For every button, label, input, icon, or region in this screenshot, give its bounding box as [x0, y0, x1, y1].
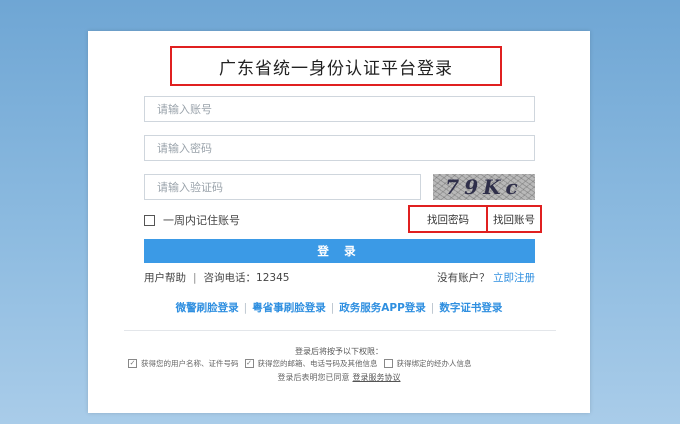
- alt-login-options: 微警刷脸登录 | 粤省事刷脸登录 | 政务服务APP登录 | 数字证书登录: [88, 300, 590, 315]
- permission-label: 获得您的用户名称、证件号码: [141, 359, 239, 368]
- register-link[interactable]: 立即注册: [493, 272, 535, 284]
- face-login-yueshengshi[interactable]: 粤省事刷脸登录: [252, 302, 326, 314]
- checkbox-empty-icon[interactable]: [383, 359, 393, 368]
- remember-account[interactable]: 一周内记住账号: [144, 212, 240, 228]
- permission-label: 获得您的邮箱、电话号码及其他信息: [257, 359, 378, 368]
- check-icon[interactable]: ✓: [244, 359, 254, 368]
- help-row: 用户帮助 | 咨询电话：12345 没有账户？ 立即注册: [144, 270, 535, 284]
- agreement-text: 登录后表明您已同意 登录服务协议: [88, 372, 590, 383]
- divider: [124, 330, 556, 331]
- remember-checkbox[interactable]: [144, 214, 155, 226]
- digital-cert-login[interactable]: 数字证书登录: [439, 302, 502, 314]
- page-title: 广东省统一身份认证平台登录: [170, 46, 502, 86]
- permission-item[interactable]: ✓ 获得您的用户名称、证件号码: [128, 358, 239, 369]
- phone-number: 12345: [256, 272, 290, 284]
- alt-divider: |: [243, 302, 248, 314]
- permission-item[interactable]: ✓ 获得您的邮箱、电话号码及其他信息: [244, 358, 378, 369]
- permissions-title: 登录后将按予以下权限：: [295, 347, 383, 356]
- login-panel: 广东省统一身份认证平台登录 79Kc 一周内记住账号 找回密码 找回账号 登 录…: [88, 31, 590, 413]
- captcha-input[interactable]: [144, 174, 421, 200]
- remember-label: 一周内记住账号: [163, 214, 240, 227]
- service-agreement-link[interactable]: 登录服务协议: [353, 373, 401, 382]
- agreement-prefix: 登录后表明您已同意: [277, 373, 350, 382]
- gov-app-login[interactable]: 政务服务APP登录: [339, 302, 426, 314]
- account-input[interactable]: [144, 96, 535, 122]
- captcha-image[interactable]: 79Kc: [433, 174, 535, 200]
- login-button[interactable]: 登 录: [144, 239, 535, 263]
- help-separator: |: [193, 272, 197, 284]
- no-account-text: 没有账户？: [437, 272, 490, 284]
- face-login-police[interactable]: 微警刷脸登录: [176, 302, 239, 314]
- permissions-list: ✓ 获得您的用户名称、证件号码 ✓ 获得您的邮箱、电话号码及其他信息 获得绑定的…: [128, 358, 478, 369]
- help-right: 没有账户？ 立即注册: [437, 270, 535, 285]
- alt-divider: |: [330, 302, 335, 314]
- user-help-link[interactable]: 用户帮助: [144, 272, 186, 284]
- permission-label: 获得绑定的经办人信息: [396, 359, 472, 368]
- captcha-text: 79Kc: [445, 175, 523, 199]
- permission-item[interactable]: 获得绑定的经办人信息: [383, 358, 472, 369]
- alt-divider: |: [430, 302, 435, 314]
- password-input[interactable]: [144, 135, 535, 161]
- help-left: 用户帮助 | 咨询电话：12345: [144, 270, 289, 285]
- phone-label: 咨询电话：: [203, 272, 257, 284]
- check-icon[interactable]: ✓: [128, 359, 137, 368]
- find-account-link[interactable]: 找回账号: [486, 205, 542, 233]
- find-password-link[interactable]: 找回密码: [408, 205, 488, 233]
- page-title-text: 广东省统一身份认证平台登录: [219, 58, 453, 79]
